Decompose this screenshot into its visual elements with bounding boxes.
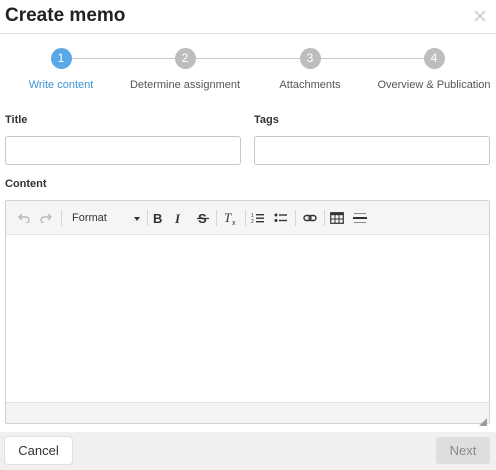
format-dropdown-label: Format [72, 212, 107, 224]
dialog-title: Create memo [5, 5, 126, 26]
svg-text:T: T [224, 211, 232, 225]
svg-text:I: I [174, 212, 181, 224]
format-dropdown[interactable]: Format [66, 209, 144, 227]
editor-statusbar [6, 402, 489, 426]
undo-icon[interactable] [15, 209, 33, 227]
toolbar-separator [216, 210, 217, 226]
stepper: 1 Write content 2 Determine assignment 3… [0, 46, 496, 96]
toolbar-separator [245, 210, 246, 226]
tags-input[interactable] [254, 136, 490, 165]
step-overview-publication[interactable]: 4 Overview & Publication [354, 48, 496, 91]
bulleted-list-icon[interactable] [272, 209, 290, 227]
close-icon[interactable] [472, 8, 488, 24]
italic-icon[interactable]: I [170, 209, 188, 227]
dialog-footer: Cancel Next [0, 432, 496, 470]
svg-text:2: 2 [251, 219, 254, 224]
create-memo-dialog: Create memo 1 Write content 2 Determine … [0, 0, 496, 470]
toolbar-separator [295, 210, 296, 226]
chevron-down-icon [134, 217, 140, 221]
numbered-list-icon[interactable]: 12 [249, 209, 267, 227]
rich-text-editor: Format B I S Tx 12 [5, 200, 490, 426]
resize-handle-icon[interactable] [479, 413, 487, 426]
cancel-button[interactable]: Cancel [5, 437, 72, 464]
title-input[interactable] [5, 136, 241, 165]
dialog-header: Create memo [0, 0, 496, 34]
editor-content-area[interactable] [6, 235, 489, 402]
table-icon[interactable] [328, 209, 346, 227]
bold-icon[interactable]: B [148, 209, 166, 227]
toolbar-separator [324, 210, 325, 226]
step-label: Overview & Publication [377, 79, 491, 91]
svg-text:x: x [232, 220, 236, 225]
step-number: 4 [423, 48, 445, 69]
svg-text:B: B [153, 212, 162, 224]
next-button[interactable]: Next [436, 437, 490, 464]
step-number: 1 [50, 48, 72, 69]
editor-toolbar: Format B I S Tx 12 [6, 201, 489, 235]
step-number: 3 [299, 48, 321, 69]
redo-icon[interactable] [37, 209, 55, 227]
strikethrough-icon[interactable]: S [194, 209, 212, 227]
toolbar-separator [61, 210, 62, 226]
content-label: Content [5, 178, 47, 190]
step-number: 2 [174, 48, 196, 69]
title-label: Title [5, 114, 28, 126]
tags-label: Tags [254, 114, 279, 126]
horizontal-line-icon[interactable] [351, 209, 369, 227]
remove-format-icon[interactable]: Tx [222, 209, 240, 227]
link-icon[interactable] [301, 209, 319, 227]
